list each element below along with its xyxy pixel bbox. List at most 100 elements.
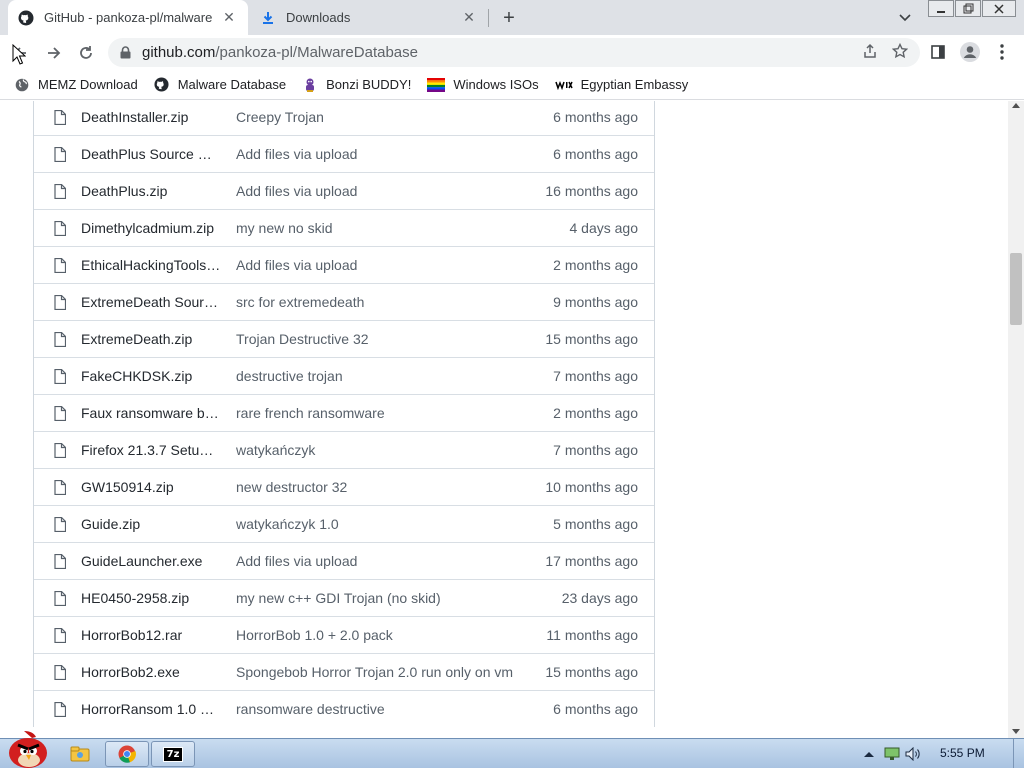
file-name-link[interactable]: HorrorRansom 1.0 Fi... <box>81 701 221 717</box>
file-name-link[interactable]: HE0450-2958.zip <box>81 590 221 606</box>
file-icon <box>54 480 66 495</box>
commit-age: 17 months ago <box>545 553 638 569</box>
file-icon <box>54 295 66 310</box>
file-name-link[interactable]: DeathPlus.zip <box>81 183 221 199</box>
file-row[interactable]: HorrorRansom 1.0 Fi... ransomware destruc… <box>34 690 654 727</box>
file-row[interactable]: ExtremeDeath.zip Trojan Destructive 32 15 … <box>34 320 654 357</box>
bookmark-star-icon[interactable] <box>891 42 909 62</box>
commit-age: 6 months ago <box>553 146 638 162</box>
lock-icon[interactable] <box>118 46 132 59</box>
file-row[interactable]: DeathPlus.zip Add files via upload 16 mont… <box>34 172 654 209</box>
7zip-taskbar-button[interactable]: 7z <box>151 741 195 767</box>
commit-message-link[interactable]: Add files via upload <box>236 146 526 162</box>
restore-button[interactable] <box>955 0 981 17</box>
file-row[interactable]: EthicalHackingTools ... Add files via upl… <box>34 246 654 283</box>
scrollbar-thumb[interactable] <box>1010 253 1022 325</box>
file-name-link[interactable]: FakeCHKDSK.zip <box>81 368 221 384</box>
angry-bird-start-icon[interactable] <box>2 729 52 768</box>
commit-message-link[interactable]: Creepy Trojan <box>236 109 526 125</box>
network-icon[interactable] <box>882 744 902 764</box>
file-name-link[interactable]: Faux ransomware by... <box>81 405 221 421</box>
forward-arrow-icon <box>48 47 61 59</box>
chrome-taskbar-button[interactable] <box>105 741 149 767</box>
file-name-link[interactable]: DeathInstaller.zip <box>81 109 221 125</box>
file-icon <box>54 665 66 680</box>
close-tab-icon[interactable]: ✕ <box>460 9 478 27</box>
share-icon[interactable] <box>862 43 878 62</box>
file-row[interactable]: DeathPlus Source Co... Add files via uplo… <box>34 135 654 172</box>
minimize-button[interactable] <box>928 0 954 17</box>
menu-kebab-icon[interactable] <box>990 40 1014 64</box>
profile-avatar-icon[interactable] <box>958 40 982 64</box>
bookmark-egyptian-embassy[interactable]: Egyptian Embassy <box>554 77 688 93</box>
commit-message-link[interactable]: Add files via upload <box>236 553 526 569</box>
commit-message-link[interactable]: watykańczyk 1.0 <box>236 516 526 532</box>
commit-message-link[interactable]: my new c++ GDI Trojan (no skid) <box>236 590 526 606</box>
file-name-link[interactable]: Guide.zip <box>81 516 221 532</box>
file-row[interactable]: Dimethylcadmium.zip my new no skid 4 days … <box>34 209 654 246</box>
bookmark-memz-download[interactable]: MEMZ Download <box>14 77 138 93</box>
url-host: github.com <box>142 44 216 61</box>
tab-downloads[interactable]: Downloads ✕ <box>250 0 488 35</box>
commit-message-link[interactable]: my new no skid <box>236 220 526 236</box>
commit-message-link[interactable]: HorrorBob 1.0 + 2.0 pack <box>236 627 526 643</box>
file-name-link[interactable]: DeathPlus Source Co... <box>81 146 221 162</box>
bookmark-malware-database[interactable]: Malware Database <box>154 77 286 93</box>
file-row[interactable]: DeathInstaller.zip Creepy Trojan 6 months … <box>34 101 654 135</box>
file-row[interactable]: GW150914.zip new destructor 32 10 months a… <box>34 468 654 505</box>
file-row[interactable]: Firefox 21.3.7 Setup.... watykańczyk 7 mon… <box>34 431 654 468</box>
file-name-link[interactable]: GuideLauncher.exe <box>81 553 221 569</box>
file-name-link[interactable]: ExtremeDeath.zip <box>81 331 221 347</box>
file-row[interactable]: GuideLauncher.exe Add files via upload 17 … <box>34 542 654 579</box>
tab-github[interactable]: GitHub - pankoza-pl/malware ✕ <box>8 0 248 35</box>
commit-message-link[interactable]: Add files via upload <box>236 257 526 273</box>
file-row[interactable]: Guide.zip watykańczyk 1.0 5 months ago <box>34 505 654 542</box>
explorer-icon[interactable] <box>64 741 96 767</box>
tray-up-icon[interactable] <box>862 744 876 764</box>
file-name-link[interactable]: HorrorBob12.rar <box>81 627 221 643</box>
file-row[interactable]: ExtremeDeath Sourc... src for extremedeat… <box>34 283 654 320</box>
page-scrollbar[interactable] <box>1008 101 1024 738</box>
file-icon <box>54 628 66 643</box>
file-row[interactable]: Faux ransomware by... rare french ransomw… <box>34 394 654 431</box>
commit-message-link[interactable]: Trojan Destructive 32 <box>236 331 526 347</box>
show-desktop-button[interactable] <box>1013 739 1024 768</box>
file-row[interactable]: HorrorBob12.rar HorrorBob 1.0 + 2.0 pack 1… <box>34 616 654 653</box>
bookmark-bonzi-buddy[interactable]: Bonzi BUDDY! <box>302 77 411 93</box>
commit-age: 9 months ago <box>553 294 638 310</box>
scroll-down-arrow-icon[interactable] <box>1012 729 1020 734</box>
file-row[interactable]: HE0450-2958.zip my new c++ GDI Trojan (no… <box>34 579 654 616</box>
commit-age: 2 months ago <box>553 405 638 421</box>
bookmark-label: Malware Database <box>177 77 287 92</box>
file-name-link[interactable]: GW150914.zip <box>81 479 221 495</box>
commit-message-link[interactable]: ransomware destructive <box>236 701 526 717</box>
commit-message-link[interactable]: src for extremedeath <box>236 294 526 310</box>
close-window-button[interactable] <box>982 0 1016 17</box>
file-name-link[interactable]: Firefox 21.3.7 Setup.... <box>81 442 221 458</box>
file-name-link[interactable]: EthicalHackingTools ... <box>81 257 221 273</box>
bookmark-windows-isos[interactable]: Windows ISOs <box>427 77 539 93</box>
close-tab-icon[interactable]: ✕ <box>220 9 238 27</box>
github-icon <box>18 10 34 26</box>
file-name-link[interactable]: Dimethylcadmium.zip <box>81 220 221 236</box>
taskbar-clock[interactable]: 5:55 PM <box>940 746 985 760</box>
commit-age: 11 months ago <box>546 627 638 643</box>
commit-message-link[interactable]: rare french ransomware <box>236 405 526 421</box>
volume-icon[interactable] <box>904 744 924 764</box>
file-row[interactable]: FakeCHKDSK.zip destructive trojan 7 months… <box>34 357 654 394</box>
forward-button[interactable] <box>40 39 68 67</box>
commit-message-link[interactable]: new destructor 32 <box>236 479 526 495</box>
commit-message-link[interactable]: Add files via upload <box>236 183 526 199</box>
file-name-link[interactable]: ExtremeDeath Sourc... <box>81 294 221 310</box>
side-panel-icon[interactable] <box>926 40 950 64</box>
address-bar[interactable]: github.com/pankoza-pl/MalwareDatabase <box>108 38 920 67</box>
commit-message-link[interactable]: Spongebob Horror Trojan 2.0 run only on … <box>236 664 526 680</box>
new-tab-button[interactable]: + <box>497 6 521 30</box>
reload-button[interactable] <box>72 39 100 67</box>
scroll-up-arrow-icon[interactable] <box>1012 103 1020 108</box>
file-row[interactable]: HorrorBob2.exe Spongebob Horror Trojan 2.… <box>34 653 654 690</box>
commit-message-link[interactable]: watykańczyk <box>236 442 526 458</box>
file-name-link[interactable]: HorrorBob2.exe <box>81 664 221 680</box>
chevron-down-icon[interactable] <box>894 7 916 29</box>
commit-message-link[interactable]: destructive trojan <box>236 368 526 384</box>
